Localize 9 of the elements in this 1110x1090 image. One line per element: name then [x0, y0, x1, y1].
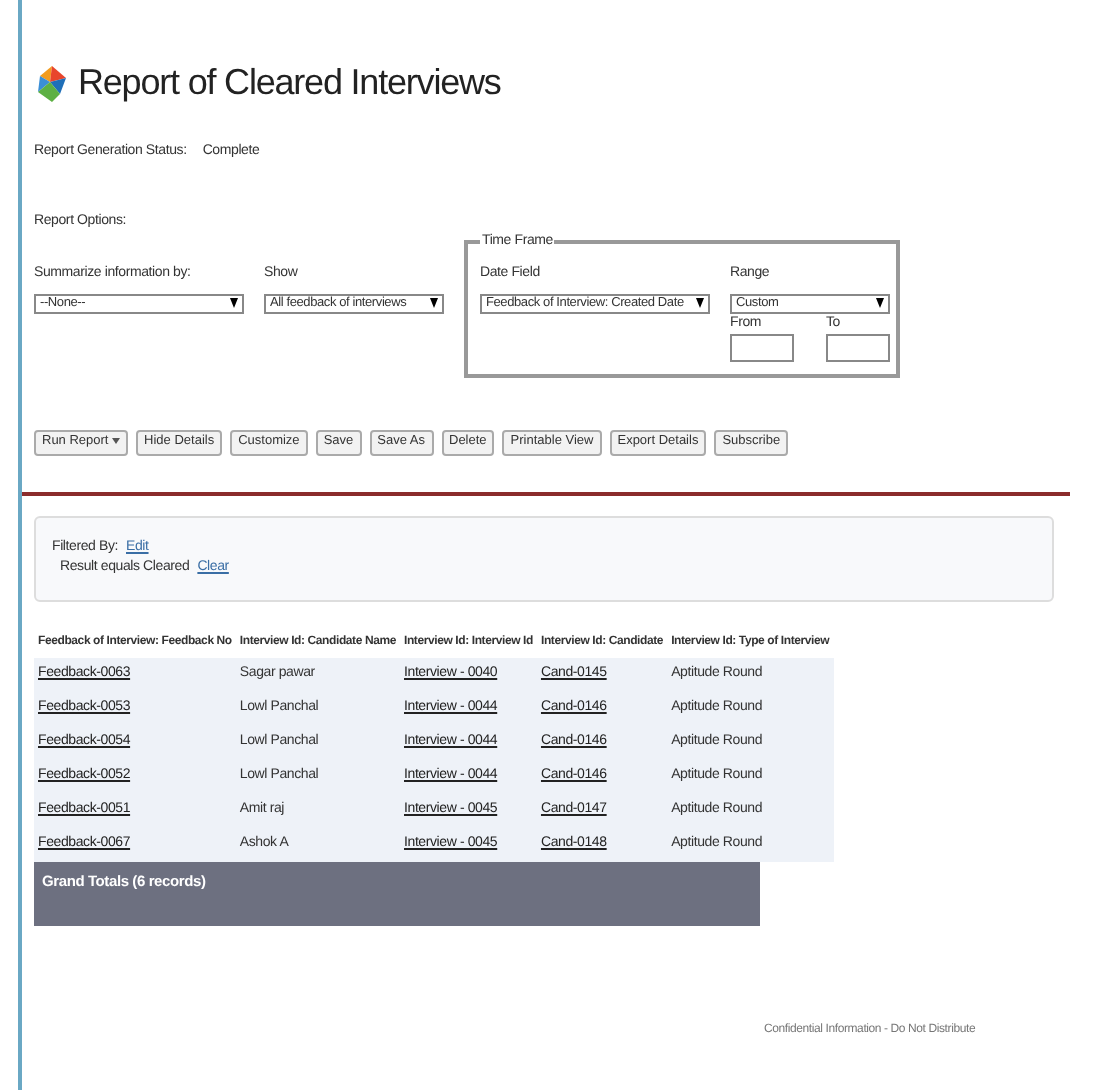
to-date-input[interactable] — [826, 334, 890, 362]
page-title: Report of Cleared Interviews — [78, 60, 501, 106]
from-date-input[interactable] — [730, 334, 794, 362]
logo-icon — [34, 63, 70, 103]
dropdown-arrow-icon — [876, 298, 884, 308]
dropdown-arrow-icon — [430, 298, 438, 308]
dropdown-arrow-icon — [696, 298, 704, 308]
caret-icon — [112, 437, 121, 444]
dropdown-arrow-icon — [230, 298, 238, 308]
